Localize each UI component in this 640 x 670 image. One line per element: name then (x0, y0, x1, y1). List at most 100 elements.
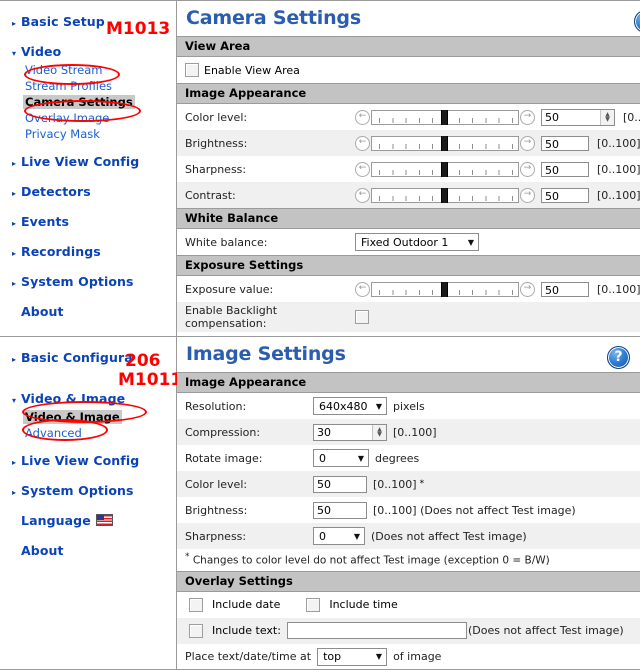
place-text-select[interactable]: top ▼ (317, 648, 387, 666)
sidebar-item-advanced[interactable]: Advanced (0, 425, 176, 441)
slider-track[interactable] (371, 282, 519, 297)
screenshot-root: ▸Basic Setup ▾Video Video Stream Stream … (0, 0, 640, 668)
compression-spinner[interactable]: 30 ▲▼ (313, 424, 387, 441)
slider-right-arrow-icon[interactable]: → (520, 110, 535, 125)
page-title: Camera Settings (177, 1, 640, 36)
color-level-range: [0..100] (623, 111, 640, 124)
help-circle-icon[interactable]: ? (607, 346, 630, 369)
slider-track[interactable] (371, 162, 519, 177)
sidebar-item-system-options[interactable]: ▸System Options (0, 480, 176, 501)
include-text-input[interactable] (287, 622, 467, 639)
row-color-level: Color level: 50 [0..100] * (177, 471, 640, 497)
sidebar-item-stream-profiles[interactable]: Stream Profiles (0, 78, 176, 94)
color-level-range: [0..100] (373, 478, 417, 491)
page-title: Image Settings (177, 337, 640, 372)
slider-left-arrow-icon[interactable]: ← (355, 136, 370, 151)
chevron-right-icon: ▸ (12, 159, 21, 168)
brightness-value[interactable]: 50 (541, 136, 589, 151)
spinner-arrows-icon[interactable]: ▲▼ (600, 110, 614, 125)
slider-handle[interactable] (441, 136, 448, 151)
include-time-checkbox[interactable] (306, 598, 320, 612)
sidebar-item-recordings[interactable]: ▸Recordings (0, 241, 176, 262)
sidebar-item-live-view-config[interactable]: ▸Live View Config (0, 450, 176, 471)
color-level-label: Color level: (185, 111, 355, 124)
section-header-image-appearance: Image Appearance (177, 83, 640, 104)
sidebar-bottom: ▸Basic Configura ▾Video & Image Video & … (0, 337, 177, 669)
sidebar-item-video-and-image-sub[interactable]: Video & Image (0, 409, 176, 425)
backlight-compensation-checkbox[interactable] (355, 310, 369, 324)
brightness-value[interactable]: 50 (313, 502, 367, 519)
exposure-value-input[interactable]: 50 (541, 282, 589, 297)
slider-left-arrow-icon[interactable]: ← (355, 110, 370, 125)
rotate-image-value: 0 (319, 452, 326, 465)
sidebar-item-privacy-mask[interactable]: Privacy Mask (0, 126, 176, 142)
sharpness-select[interactable]: 0 ▼ (313, 527, 365, 545)
contrast-label: Contrast: (185, 189, 355, 202)
row-color-level: Color level: ← → 50 ▲▼ [0..100] (177, 104, 640, 130)
include-date-label: Include date (212, 598, 280, 611)
slider-handle[interactable] (441, 110, 448, 125)
slider-right-arrow-icon[interactable]: → (520, 188, 535, 203)
slider-handle[interactable] (441, 162, 448, 177)
sidebar-item-overlay-image[interactable]: Overlay Image (0, 110, 176, 126)
brightness-label: Brightness: (185, 504, 313, 517)
sidebar-item-events[interactable]: ▸Events (0, 211, 176, 232)
row-exposure-value: Exposure value: ← → 50 [0..100] (177, 276, 640, 302)
compression-value[interactable]: 30 (314, 425, 372, 440)
include-text-checkbox[interactable] (189, 624, 203, 638)
include-date-checkbox[interactable] (189, 598, 203, 612)
footnote-text: Changes to color level do not affect Tes… (193, 555, 550, 567)
brightness-slider[interactable]: ← → (355, 136, 535, 151)
slider-left-arrow-icon[interactable]: ← (355, 188, 370, 203)
white-balance-select[interactable]: Fixed Outdoor 1 ▼ (355, 233, 479, 251)
color-level-value[interactable]: 50 (542, 110, 600, 125)
enable-view-area-checkbox[interactable] (185, 63, 199, 77)
chevron-right-icon: ▸ (12, 458, 21, 467)
sidebar-item-camera-settings[interactable]: Camera Settings (0, 94, 176, 110)
sidebar-item-language[interactable]: Language (0, 510, 176, 531)
slider-track[interactable] (371, 136, 519, 151)
color-level-slider[interactable]: ← → (355, 110, 535, 125)
sidebar-item-live-view-config[interactable]: ▸Live View Config (0, 151, 176, 172)
spinner-arrows-icon[interactable]: ▲▼ (372, 425, 386, 440)
sharpness-label: Sharpness: (185, 163, 355, 176)
exposure-value-slider[interactable]: ← → (355, 282, 535, 297)
slider-track[interactable] (371, 110, 519, 125)
chevron-right-icon: ▸ (12, 19, 21, 28)
color-level-label: Color level: (185, 478, 313, 491)
slider-right-arrow-icon[interactable]: → (520, 136, 535, 151)
row-resolution: Resolution: 640x480 ▼ pixels (177, 393, 640, 419)
section-header-image-appearance: Image Appearance (177, 372, 640, 393)
sidebar-item-about[interactable]: About (0, 301, 176, 322)
annotation-model-206: 206 (125, 351, 161, 371)
slider-track[interactable] (371, 188, 519, 203)
exposure-value-label: Exposure value: (185, 283, 355, 296)
sharpness-range: [0..100] (597, 163, 640, 176)
sidebar-item-video[interactable]: ▾Video (0, 41, 176, 62)
include-text-note: (Does not affect Test image) (468, 624, 624, 637)
row-sharpness: Sharpness: ← → 50 [0..100] (177, 156, 640, 182)
slider-left-arrow-icon[interactable]: ← (355, 282, 370, 297)
resolution-value: 640x480 (319, 400, 368, 413)
contrast-value[interactable]: 50 (541, 188, 589, 203)
slider-handle[interactable] (441, 188, 448, 203)
sidebar-item-system-options[interactable]: ▸System Options (0, 271, 176, 292)
exposure-value-range: [0..100] (597, 283, 640, 296)
sidebar-item-detectors[interactable]: ▸Detectors (0, 181, 176, 202)
color-level-value[interactable]: 50 (313, 476, 367, 493)
sidebar-item-about[interactable]: About (0, 540, 176, 561)
sharpness-value[interactable]: 50 (541, 162, 589, 177)
rotate-image-select[interactable]: 0 ▼ (313, 449, 369, 467)
resolution-select[interactable]: 640x480 ▼ (313, 397, 387, 415)
color-level-spinner[interactable]: 50 ▲▼ (541, 109, 615, 126)
slider-left-arrow-icon[interactable]: ← (355, 162, 370, 177)
sharpness-slider[interactable]: ← → (355, 162, 535, 177)
sidebar-item-video-and-image[interactable]: ▾Video & Image (0, 388, 176, 409)
chevron-down-icon: ▼ (358, 454, 364, 463)
contrast-slider[interactable]: ← → (355, 188, 535, 203)
sidebar-item-video-stream[interactable]: Video Stream (0, 62, 176, 78)
sharpness-note: (Does not affect Test image) (371, 530, 527, 543)
slider-right-arrow-icon[interactable]: → (520, 282, 535, 297)
slider-right-arrow-icon[interactable]: → (520, 162, 535, 177)
slider-handle[interactable] (441, 282, 448, 297)
